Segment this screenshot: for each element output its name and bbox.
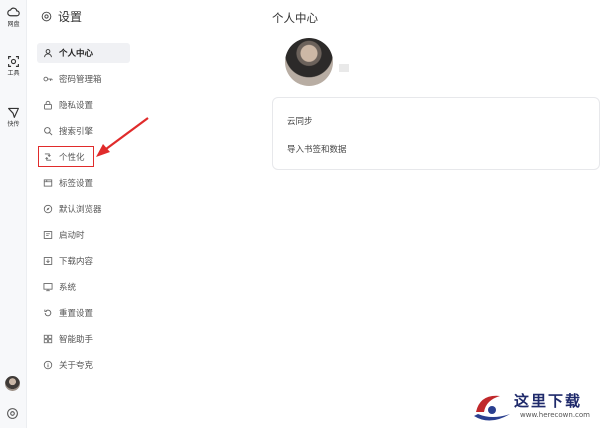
- left-rail: 网盘 工具 快传: [0, 0, 27, 428]
- grid-icon: [43, 334, 53, 344]
- user-icon: [44, 49, 52, 58]
- section-title: 个人中心: [272, 11, 318, 25]
- tab-icon: [43, 179, 53, 187]
- settings-nav: 设置 个人中心 密码管理箱 隐私设置 搜索引擎 个性化 标签设置 默认浏览器 启…: [27, 0, 149, 428]
- nav-item-on-startup[interactable]: 启动时: [37, 225, 130, 245]
- rail-item-tools[interactable]: 工具: [0, 55, 27, 77]
- send-icon: [8, 107, 19, 118]
- nav-item-smart-assistant[interactable]: 智能助手: [37, 329, 130, 349]
- nav-item-label: 默认浏览器: [59, 205, 102, 215]
- startup-icon: [43, 231, 53, 239]
- page-title: 设置: [58, 10, 83, 24]
- reset-icon: [44, 309, 52, 317]
- nav-item-default-browser[interactable]: 默认浏览器: [37, 199, 130, 219]
- tools-icon: [8, 56, 19, 67]
- rail-item-label: 工具: [7, 70, 20, 77]
- nav-item-label: 启动时: [59, 231, 85, 241]
- watermark: 这里下载 www.herecown.com: [470, 386, 600, 426]
- profile-avatar[interactable]: [285, 38, 333, 86]
- download-icon: [43, 257, 53, 265]
- nav-item-label: 智能助手: [59, 335, 94, 345]
- username-placeholder: [339, 64, 349, 72]
- watermark-url: www.herecown.com: [520, 411, 590, 419]
- compass-icon: [43, 204, 53, 214]
- search-icon: [44, 127, 53, 136]
- import-bookmarks-row[interactable]: 导入书签和数据: [287, 143, 347, 155]
- nav-item-label: 隐私设置: [59, 101, 94, 111]
- nav-item-tab-settings[interactable]: 标签设置: [37, 173, 130, 193]
- nav-item-label: 个人中心: [59, 49, 94, 59]
- watermark-logo-icon: [474, 395, 510, 421]
- nav-item-label: 下载内容: [59, 257, 94, 267]
- rail-item-send[interactable]: 快传: [0, 106, 27, 128]
- nav-item-personal-center[interactable]: 个人中心: [37, 43, 130, 63]
- info-icon: [43, 360, 53, 370]
- cloud-sync-row[interactable]: 云同步: [287, 115, 313, 127]
- key-icon: [43, 76, 53, 82]
- highlight-box: [38, 146, 94, 167]
- settings-header: 设置: [41, 8, 82, 25]
- nav-item-about[interactable]: 关于夸克: [37, 355, 130, 375]
- nav-item-reset[interactable]: 重置设置: [37, 303, 130, 323]
- nav-item-password-manager[interactable]: 密码管理箱: [37, 69, 130, 89]
- sync-card: 云同步 导入书签和数据: [272, 97, 600, 170]
- nav-item-label: 标签设置: [59, 179, 94, 189]
- nav-item-label: 搜索引擎: [59, 127, 94, 137]
- nav-item-label: 重置设置: [59, 309, 94, 319]
- rail-item-label: 网盘: [7, 21, 20, 28]
- avatar[interactable]: [5, 376, 20, 391]
- monitor-icon: [43, 283, 53, 292]
- settings-icon[interactable]: [6, 407, 19, 420]
- lock-icon: [44, 100, 52, 110]
- rail-item-label: 快传: [7, 121, 20, 128]
- nav-item-label: 密码管理箱: [59, 75, 102, 85]
- main-panel: 个人中心 云同步 导入书签和数据: [149, 0, 600, 428]
- nav-item-label: 关于夸克: [59, 361, 94, 371]
- nav-item-downloads[interactable]: 下载内容: [37, 251, 130, 271]
- nav-item-system[interactable]: 系统: [37, 277, 130, 297]
- rail-item-cloud[interactable]: 网盘: [0, 6, 27, 28]
- watermark-title: 这里下载: [514, 392, 583, 410]
- gear-icon: [41, 11, 52, 22]
- cloud-icon: [7, 7, 20, 17]
- nav-item-label: 系统: [59, 283, 77, 293]
